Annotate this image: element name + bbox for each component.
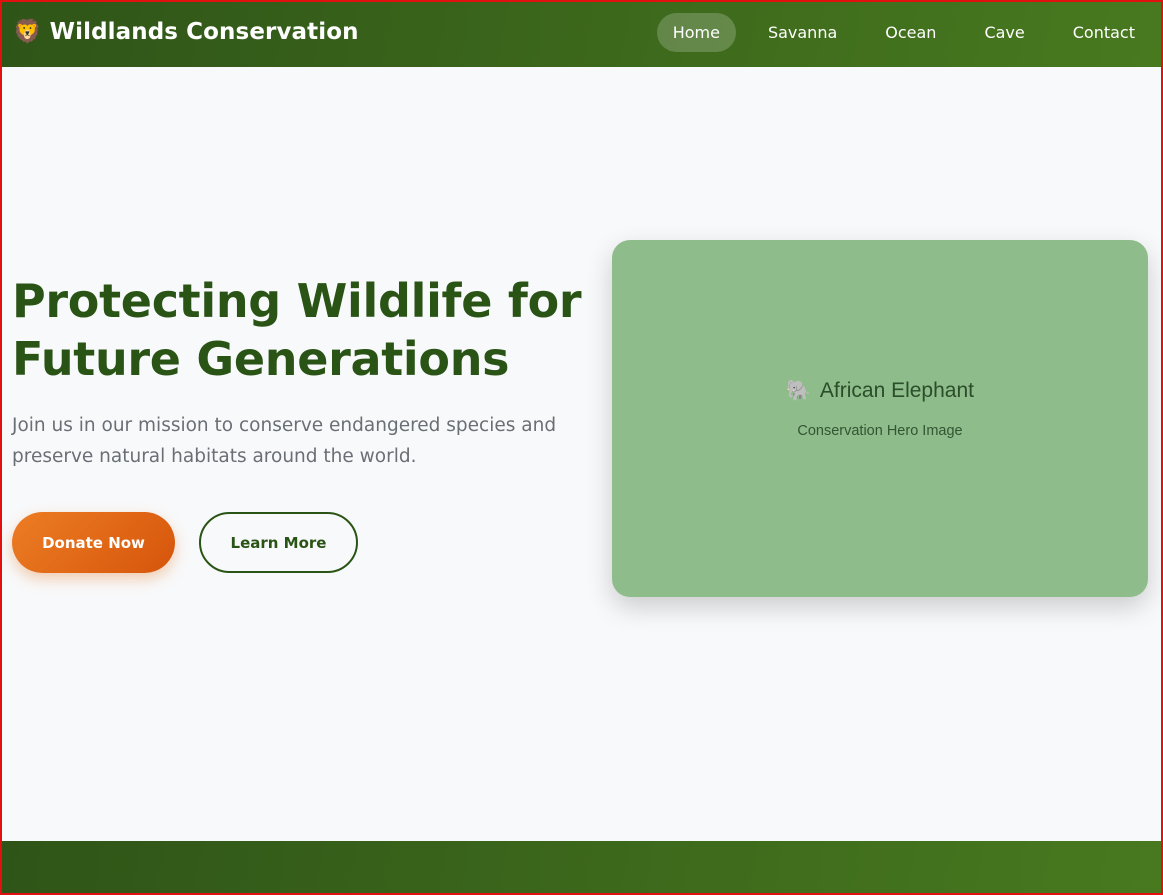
hero-subtitle: Join us in our mission to conserve endan…: [12, 415, 557, 467]
hero-image: 🐘 African Elephant Conservation Hero Ima…: [612, 240, 1148, 597]
hero-title: Protecting Wildlife for Future Generatio…: [12, 274, 582, 386]
donate-button[interactable]: Donate Now: [12, 512, 175, 573]
elephant-icon: 🐘: [785, 380, 811, 402]
nav-cave[interactable]: Cave: [968, 13, 1040, 52]
main-nav: Home Savanna Ocean Cave Contact: [641, 13, 1151, 52]
nav-contact[interactable]: Contact: [1057, 13, 1151, 52]
lion-icon: 🦁: [13, 19, 42, 45]
nav-ocean[interactable]: Ocean: [869, 13, 952, 52]
nav-home[interactable]: Home: [656, 13, 736, 52]
brand[interactable]: 🦁 Wildlands Conservation: [13, 15, 359, 49]
nav-savanna[interactable]: Savanna: [752, 13, 853, 52]
site-header: 🦁 Wildlands Conservation Home Savanna Oc…: [0, 0, 1163, 67]
hero-image-title: African Elephant: [819, 378, 974, 402]
hero-image-label: 🐘 African Elephant: [612, 378, 1148, 403]
hero-image-caption: Conservation Hero Image: [797, 423, 963, 439]
brand-name: Wildlands Conservation: [49, 19, 359, 45]
learn-more-button[interactable]: Learn More: [199, 512, 358, 573]
site-footer: [0, 841, 1163, 895]
